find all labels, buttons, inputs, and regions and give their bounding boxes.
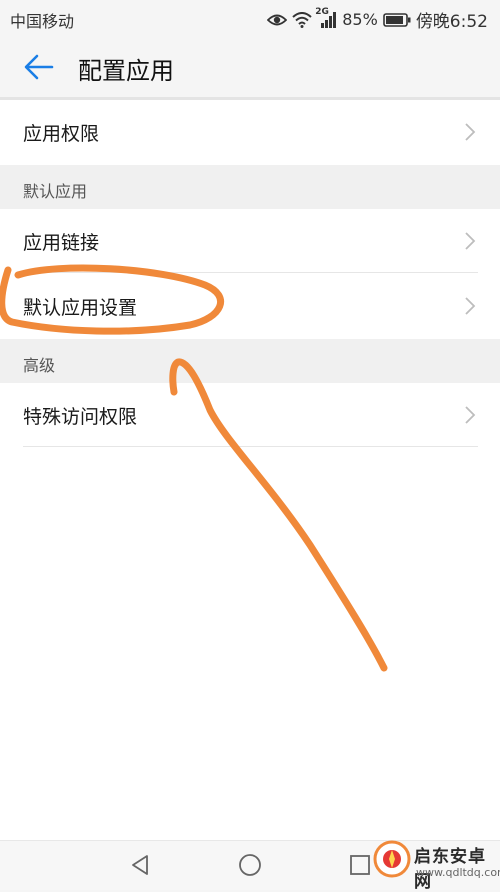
row-label: 应用链接	[23, 232, 100, 254]
row-label: 特殊访问权限	[23, 406, 138, 428]
network-type: 2G	[315, 6, 329, 17]
page-title: 配置应用	[78, 57, 174, 85]
carrier-name: 中国移动	[10, 12, 75, 31]
row-divider	[23, 446, 478, 447]
square-recent-icon[interactable]	[348, 853, 372, 877]
row-default-app-settings[interactable]: 默认应用设置	[0, 274, 500, 338]
watermark: 启东安卓网 www.qdltdq.com	[372, 836, 500, 892]
eye-icon	[267, 12, 288, 28]
watermark-url: www.qdltdq.com	[416, 866, 500, 879]
status-icons: 2G 85% 傍晚6:52	[267, 7, 488, 32]
battery-percent: 85%	[342, 10, 378, 29]
chevron-right-icon	[464, 122, 476, 142]
clock: 傍晚6:52	[415, 12, 488, 32]
triangle-back-icon[interactable]	[128, 853, 152, 877]
row-special-access[interactable]: 特殊访问权限	[0, 383, 500, 447]
section-advanced: 高级	[0, 339, 500, 383]
section-label: 高级	[23, 356, 56, 375]
watermark-logo-icon	[372, 839, 412, 879]
chevron-right-icon	[464, 231, 476, 251]
arrow-left-icon[interactable]	[24, 54, 54, 80]
status-bar: 中国移动 2G 85% 傍晚6:52	[0, 0, 500, 34]
row-app-permissions[interactable]: 应用权限	[0, 100, 500, 164]
row-label: 默认应用设置	[23, 297, 138, 319]
chevron-right-icon	[464, 296, 476, 316]
wifi-icon	[292, 11, 312, 28]
chevron-right-icon	[464, 405, 476, 425]
row-label: 应用权限	[23, 123, 100, 145]
app-header: 配置应用	[0, 34, 500, 98]
battery-icon	[383, 12, 411, 27]
section-default-apps: 默认应用	[0, 165, 500, 209]
section-label: 默认应用	[23, 182, 88, 201]
row-app-links[interactable]: 应用链接	[0, 209, 500, 273]
signal-icon: 2G	[315, 7, 337, 28]
row-divider	[23, 272, 478, 273]
circle-home-icon[interactable]	[238, 853, 262, 877]
